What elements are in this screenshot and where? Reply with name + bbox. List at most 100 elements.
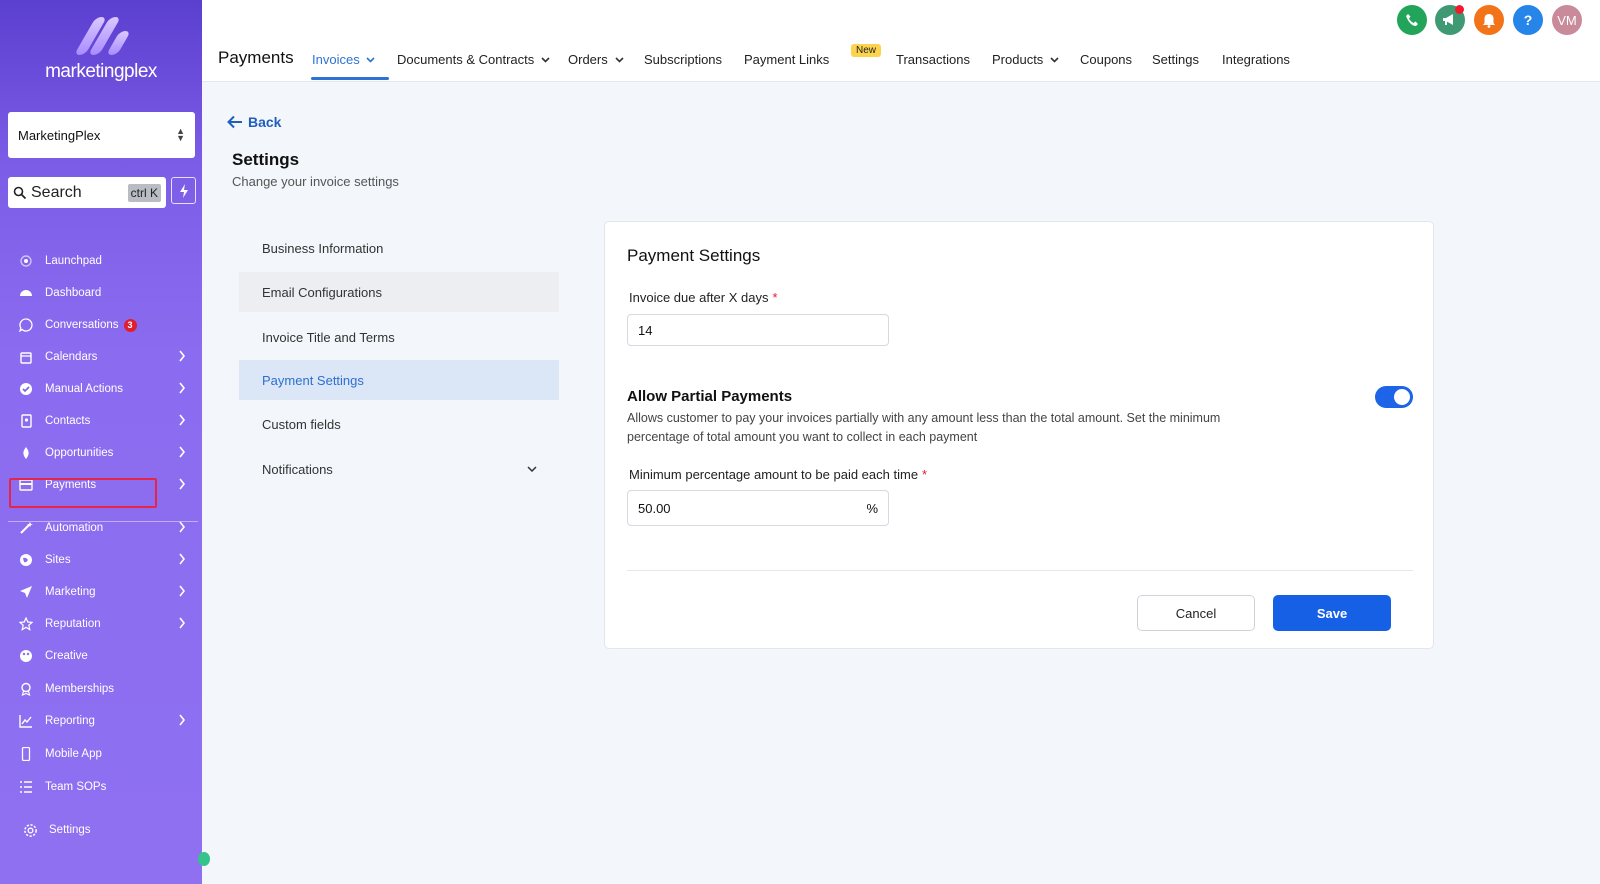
sidebar-item-memberships[interactable]: Memberships xyxy=(0,674,202,704)
toggle-knob xyxy=(1394,389,1410,405)
settings-nav-label: Notifications xyxy=(262,461,333,477)
partial-payments-toggle[interactable] xyxy=(1375,386,1413,408)
cancel-button[interactable]: Cancel xyxy=(1137,595,1255,631)
sidebar-item-label: Team SOPs xyxy=(45,781,107,793)
sidebar-item-label: Settings xyxy=(49,824,91,836)
tab-coupons[interactable]: Coupons xyxy=(1080,52,1132,67)
min-percentage-input[interactable]: 50.00 % xyxy=(627,490,889,526)
phone-button[interactable] xyxy=(1397,5,1427,35)
sidebar-item-label: Contacts xyxy=(45,415,91,427)
wand-icon xyxy=(18,520,34,536)
award-icon xyxy=(18,681,34,697)
quick-action-button[interactable] xyxy=(171,177,196,204)
settings-nav-payment-settings[interactable]: Payment Settings xyxy=(239,360,559,400)
sidebar-item-mobile-app[interactable]: Mobile App xyxy=(0,739,202,769)
chevron-down-icon xyxy=(1050,56,1059,63)
megaphone-icon xyxy=(1443,14,1453,25)
sidebar-item-marketing[interactable]: Marketing xyxy=(0,577,202,607)
card-divider xyxy=(627,570,1413,571)
tab-integrations[interactable]: Integrations xyxy=(1222,52,1290,67)
gear-icon xyxy=(22,822,38,838)
due-days-label: Invoice due after X days * xyxy=(629,290,778,305)
notification-dot xyxy=(1455,5,1464,14)
sidebar-item-label: Manual Actions xyxy=(45,383,123,395)
tab-subscriptions[interactable]: Subscriptions xyxy=(644,52,722,67)
sidebar-item-label: Creative xyxy=(45,650,88,662)
tab-orders[interactable]: Orders xyxy=(568,52,624,67)
lightning-icon xyxy=(179,183,188,198)
send-icon xyxy=(18,584,34,600)
tab-documents-contracts[interactable]: Documents & Contracts xyxy=(397,52,550,67)
help-button[interactable]: ? xyxy=(1513,5,1543,35)
arrow-left-icon xyxy=(227,115,242,129)
sidebar-item-team-sops[interactable]: Team SOPs xyxy=(0,772,202,802)
chevron-down-icon xyxy=(366,56,375,63)
chevron-right-icon xyxy=(178,617,186,632)
percent-suffix: % xyxy=(866,500,878,516)
card-title: Payment Settings xyxy=(627,246,761,265)
avatar[interactable]: VM xyxy=(1552,5,1582,35)
tab-label: Settings xyxy=(1152,52,1199,67)
save-button[interactable]: Save xyxy=(1273,595,1391,631)
settings-nav-label: Business Information xyxy=(262,240,384,256)
active-tab-indicator xyxy=(311,77,389,80)
tab-settings[interactable]: Settings xyxy=(1152,52,1199,67)
bell-icon xyxy=(1483,13,1495,28)
settings-nav-custom-fields[interactable]: Custom fields xyxy=(239,404,559,444)
sidebar-item-dashboard[interactable]: Dashboard xyxy=(0,278,202,308)
sidebar-item-label: Reputation xyxy=(45,618,101,630)
settings-nav-business-information[interactable]: Business Information xyxy=(239,228,559,268)
sidebar-item-opportunities[interactable]: Opportunities xyxy=(0,438,202,468)
sidebar-item-launchpad[interactable]: Launchpad xyxy=(0,246,202,276)
sidebar-item-label: Sites xyxy=(45,554,71,566)
chart-icon xyxy=(18,713,34,729)
brand-name: marketingplex xyxy=(45,61,157,82)
filter-icon xyxy=(18,445,34,461)
search-input[interactable]: Search ctrl K xyxy=(8,177,166,208)
sidebar-item-contacts[interactable]: Contacts xyxy=(0,406,202,436)
sidebar-item-calendars[interactable]: Calendars xyxy=(0,342,202,372)
page-title: Settings xyxy=(232,150,300,169)
settings-nav-label: Custom fields xyxy=(262,416,341,432)
tab-label: Transactions xyxy=(896,52,970,67)
updown-chevron-icon: ▲ ▼ xyxy=(176,126,185,143)
notifications-button[interactable] xyxy=(1474,5,1504,35)
sidebar-item-creative[interactable]: Creative xyxy=(0,641,202,671)
gauge-icon xyxy=(18,285,34,301)
sidebar-item-reporting[interactable]: Reporting xyxy=(0,706,202,736)
settings-nav-email-configurations[interactable]: Email Configurations xyxy=(239,272,559,312)
sidebar-item-conversations[interactable]: Conversations 3 xyxy=(0,310,202,340)
account-switcher[interactable]: MarketingPlex ▲ ▼ xyxy=(8,112,195,158)
globe-icon xyxy=(18,552,34,568)
sidebar-item-automation[interactable]: Automation xyxy=(0,513,202,543)
check-icon xyxy=(18,381,34,397)
sidebar-item-label: Reporting xyxy=(45,715,95,727)
tab-payment-links[interactable]: Payment Links xyxy=(744,52,829,67)
sidebar-item-label: Opportunities xyxy=(45,447,114,459)
back-link[interactable]: Back xyxy=(227,114,281,130)
sidebar-item-sites[interactable]: Sites xyxy=(0,545,202,575)
announcements-button[interactable] xyxy=(1435,5,1465,35)
tab-label: Integrations xyxy=(1222,52,1290,67)
search-label: Search xyxy=(31,183,82,201)
settings-nav-notifications[interactable]: Notifications xyxy=(239,449,559,489)
sidebar-item-reputation[interactable]: Reputation xyxy=(0,609,202,639)
tab-products[interactable]: Products xyxy=(992,52,1059,67)
calendar-icon xyxy=(18,349,34,365)
due-days-input[interactable]: 14 xyxy=(627,314,889,346)
settings-nav-invoice-title-terms[interactable]: Invoice Title and Terms xyxy=(239,317,559,357)
tab-invoices[interactable]: Invoices xyxy=(312,52,375,67)
page-section-title: Payments xyxy=(218,48,294,67)
chat-icon xyxy=(18,317,34,333)
sidebar-item-manual-actions[interactable]: Manual Actions xyxy=(0,374,202,404)
search-shortcut: ctrl K xyxy=(127,183,161,202)
chat-widget-icon[interactable] xyxy=(198,852,210,866)
tab-transactions[interactable]: Transactions xyxy=(896,52,970,67)
sidebar-item-settings[interactable]: Settings xyxy=(0,815,202,845)
brand-logo[interactable]: marketingplex xyxy=(0,0,202,100)
search-icon xyxy=(13,186,27,199)
selection-highlight xyxy=(9,478,157,508)
sidebar-item-label: Mobile App xyxy=(45,748,102,760)
due-days-value: 14 xyxy=(638,322,653,338)
min-percentage-label: Minimum percentage amount to be paid eac… xyxy=(629,467,927,482)
